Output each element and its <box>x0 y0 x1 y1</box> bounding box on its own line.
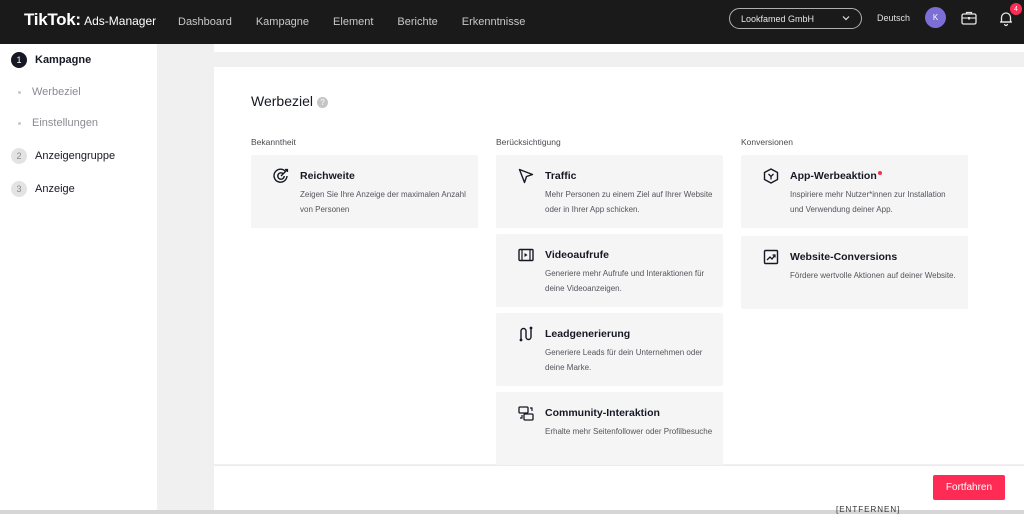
community-icon <box>518 406 534 421</box>
main-nav: Dashboard Kampagne Element Berichte Erke… <box>178 0 549 44</box>
previous-section-edge <box>214 44 1024 52</box>
step-anzeige[interactable]: 3 Anzeige <box>11 181 75 197</box>
substep-label: Einstellungen <box>32 117 99 129</box>
help-icon[interactable]: ? <box>317 96 328 108</box>
card-title: Community-Interaktion <box>545 407 660 419</box>
card-description: Erhalte mehr Seitenfollower oder Profilb… <box>545 427 713 436</box>
logo-brand: TikTok <box>24 10 76 29</box>
footer-bar <box>214 465 1024 510</box>
nav-kampagne[interactable]: Kampagne <box>256 16 309 28</box>
objective-card-website-conversions[interactable]: Website-Conversions Fördere wertvolle Ak… <box>741 236 968 309</box>
continue-button[interactable]: Fortfahren <box>933 475 1005 500</box>
step-label: Anzeige <box>35 183 75 195</box>
card-title: Reichweite <box>300 170 355 182</box>
card-description: Mehr Personen zu einem Ziel auf Ihrer We… <box>545 190 713 214</box>
cut-off-text: [ENTFERNEN] <box>836 505 901 514</box>
card-title: Leadgenerierung <box>545 328 631 340</box>
card-description: Generiere mehr Aufrufe und Interaktionen… <box>545 269 705 293</box>
card-title: Videoaufrufe <box>545 249 609 261</box>
notification-badge: 4 <box>1010 3 1022 15</box>
objective-card-reichweite[interactable]: Reichweite Zeigen Sie Ihre Anzeige der m… <box>251 155 478 228</box>
chart-up-icon <box>763 249 779 265</box>
user-avatar[interactable]: K <box>925 7 946 28</box>
column-heading-konversionen: Konversionen <box>741 137 793 147</box>
nav-erkenntnisse[interactable]: Erkenntnisse <box>462 16 526 28</box>
reach-icon <box>273 168 289 183</box>
objective-card-videoaufrufe[interactable]: Videoaufrufe Generiere mehr Aufrufe und … <box>496 234 723 307</box>
nav-berichte[interactable]: Berichte <box>397 16 437 28</box>
step-label: Anzeigengruppe <box>35 150 116 162</box>
substep-einstellungen[interactable]: Einstellungen <box>18 117 98 129</box>
new-indicator-dot <box>877 171 882 175</box>
step-number: 1 <box>11 52 27 68</box>
objective-card-community-interaktion[interactable]: Community-Interaktion Erhalte mehr Seite… <box>496 392 723 465</box>
step-number: 3 <box>11 181 27 197</box>
objective-title: Werbeziel ? <box>251 93 328 109</box>
logo-sub: Ads-Manager <box>84 14 157 28</box>
step-label: Kampagne <box>35 54 92 66</box>
substep-dot <box>18 121 21 125</box>
column-heading-bekanntheit: Bekanntheit <box>251 137 296 147</box>
chevron-down-icon <box>842 16 850 21</box>
app-icon <box>763 168 779 184</box>
card-title: App-Werbeaktion <box>790 170 882 182</box>
progress-sidebar <box>0 44 157 514</box>
nav-element[interactable]: Element <box>333 16 373 28</box>
objective-card-leadgenerierung[interactable]: Leadgenerierung Generiere Leads für dein… <box>496 313 723 386</box>
card-description: Generiere Leads für dein Unternehmen ode… <box>545 348 703 372</box>
objective-card-app-werbeaktion[interactable]: App-Werbeaktion Inspiriere mehr Nutzer*i… <box>741 155 968 228</box>
column-heading-beruecksichtigung: Berücksichtigung <box>496 137 561 147</box>
substep-dot <box>18 90 21 94</box>
cursor-icon <box>518 168 534 184</box>
nav-dashboard[interactable]: Dashboard <box>178 16 232 28</box>
video-icon <box>518 248 534 262</box>
card-title: Website-Conversions <box>790 251 898 263</box>
card-title-text: App-Werbeaktion <box>790 170 877 182</box>
step-number: 2 <box>11 148 27 164</box>
step-kampagne[interactable]: 1 Kampagne <box>11 52 91 68</box>
briefcase-icon[interactable] <box>960 9 978 27</box>
account-name: Lookfamed GmbH <box>741 13 815 24</box>
language-switcher[interactable]: Deutsch <box>877 13 910 23</box>
top-navigation-bar: TikTok: Ads-Manager Dashboard Kampagne E… <box>0 0 1024 44</box>
account-selector[interactable]: Lookfamed GmbH <box>729 8 862 29</box>
lead-icon <box>519 326 533 342</box>
page-title: Werbeziel <box>251 93 313 109</box>
tiktok-ads-manager-logo[interactable]: TikTok: Ads-Manager <box>24 10 156 30</box>
substep-werbeziel[interactable]: Werbeziel <box>18 86 81 98</box>
card-description: Fördere wertvolle Aktionen auf deiner We… <box>790 271 956 280</box>
card-description: Inspiriere mehr Nutzer*innen zur Install… <box>790 190 946 214</box>
substep-label: Werbeziel <box>32 86 81 98</box>
card-title: Traffic <box>545 170 577 182</box>
objective-card-traffic[interactable]: Traffic Mehr Personen zu einem Ziel auf … <box>496 155 723 228</box>
card-description: Zeigen Sie Ihre Anzeige der maximalen An… <box>300 190 466 214</box>
step-anzeigengruppe[interactable]: 2 Anzeigengruppe <box>11 148 115 164</box>
